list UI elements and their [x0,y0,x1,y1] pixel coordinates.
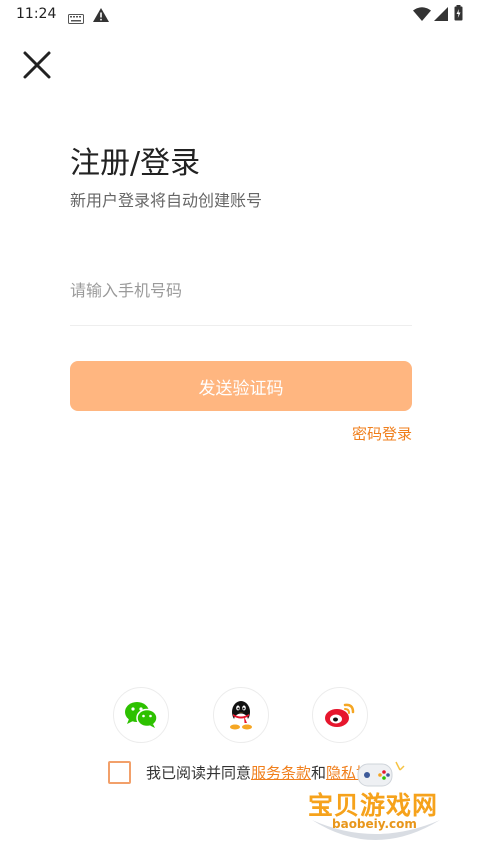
agreement-prefix: 我已阅读并同意 [146,763,252,782]
wechat-login-button[interactable] [113,687,169,743]
status-time: 11:24 [16,6,57,22]
status-bar: 11:24 [0,0,481,30]
watermark-title: 宝贝游戏网 [308,791,439,820]
qq-login-button[interactable] [213,687,269,743]
close-button[interactable] [18,46,56,84]
terms-link[interactable]: 服务条款 [251,762,311,783]
privacy-link[interactable]: 隐私协议 [326,762,386,783]
keyboard-icon [68,9,84,28]
phone-input[interactable] [70,270,412,310]
wechat-icon [125,702,158,728]
weibo-login-button[interactable] [312,687,368,743]
page-title: 注册/登录 [70,146,201,181]
agreement-row: 我已阅读并同意 服务条款 和 隐私协议 [108,760,386,784]
battery-icon [454,5,463,25]
signal-icon [434,6,448,25]
input-divider [70,325,412,326]
page-subtitle: 新用户登录将自动创建账号 [70,191,263,210]
qq-icon [230,701,252,730]
password-login-link[interactable]: 密码登录 [352,423,412,444]
watermark-url: baobeiy.com [332,817,417,831]
agreement-checkbox[interactable] [108,760,131,784]
wifi-icon [413,6,431,25]
agreement-conjunction: 和 [311,763,327,782]
send-code-button[interactable]: 发送验证码 [70,361,412,411]
close-icon [23,51,51,79]
warning-icon [93,7,109,26]
weibo-icon [325,703,355,727]
